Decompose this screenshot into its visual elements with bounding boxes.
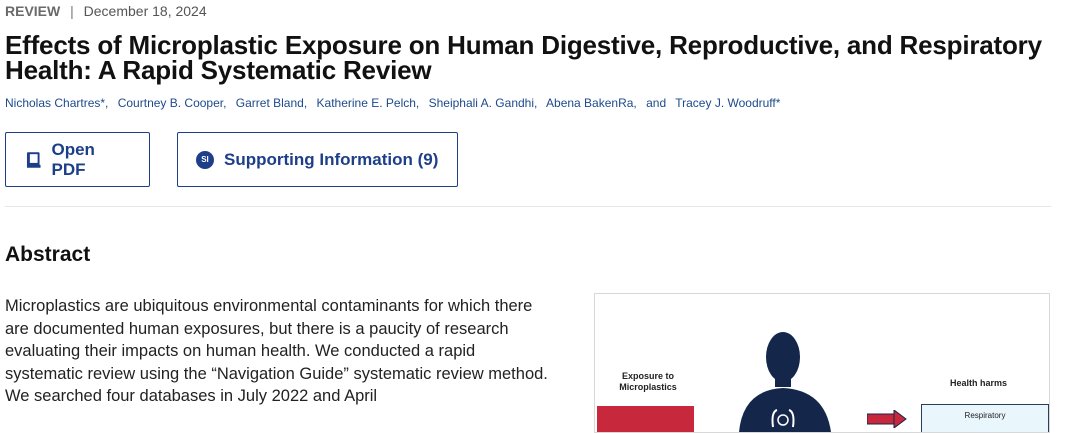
supporting-info-icon: SI — [196, 150, 214, 169]
toc-graphic[interactable]: Exposure to Microplastics Health harms R… — [594, 293, 1050, 433]
open-pdf-button[interactable]: Open PDF — [5, 132, 150, 187]
article-type: REVIEW — [5, 3, 61, 19]
abstract-text: Microplastics are ubiquitous environment… — [5, 297, 548, 405]
arrow-right-icon — [867, 410, 907, 428]
respiratory-box: Respiratory — [921, 404, 1049, 432]
exposure-label: Exposure to Microplastics — [619, 371, 677, 392]
article-title: Effects of Microplastic Exposure on Huma… — [5, 30, 1042, 85]
author-link[interactable]: Abena BakenRa, — [546, 96, 637, 110]
exposure-box — [597, 406, 694, 432]
author-link[interactable]: Sheiphali A. Gandhi, — [429, 96, 538, 110]
open-pdf-label: Open PDF — [51, 139, 95, 179]
author-link[interactable]: Courtney B. Cooper, — [118, 96, 227, 110]
author-link[interactable]: Garret Bland, — [236, 96, 307, 110]
author-link[interactable]: Tracey J. Woodruff* — [675, 96, 780, 110]
article-meta: REVIEW | December 18, 2024 — [5, 3, 207, 19]
meta-separator: | — [70, 3, 74, 19]
author-link[interactable]: Nicholas Chartres*, — [5, 96, 108, 110]
author-link[interactable]: Katherine E. Pelch, — [317, 96, 420, 110]
supporting-information-label: Supporting Information (9) — [224, 149, 439, 169]
section-divider — [5, 206, 1051, 207]
book-icon — [26, 151, 41, 168]
publication-date: December 18, 2024 — [83, 3, 207, 19]
health-harms-label: Health harms — [950, 378, 1008, 388]
author-list: Nicholas Chartres*, Courtney B. Cooper, … — [5, 96, 786, 110]
supporting-information-button[interactable]: SI Supporting Information (9) — [177, 132, 458, 187]
author-conjunction: and — [646, 96, 667, 110]
human-figure-icon — [739, 332, 831, 432]
abstract-heading: Abstract — [5, 243, 91, 266]
